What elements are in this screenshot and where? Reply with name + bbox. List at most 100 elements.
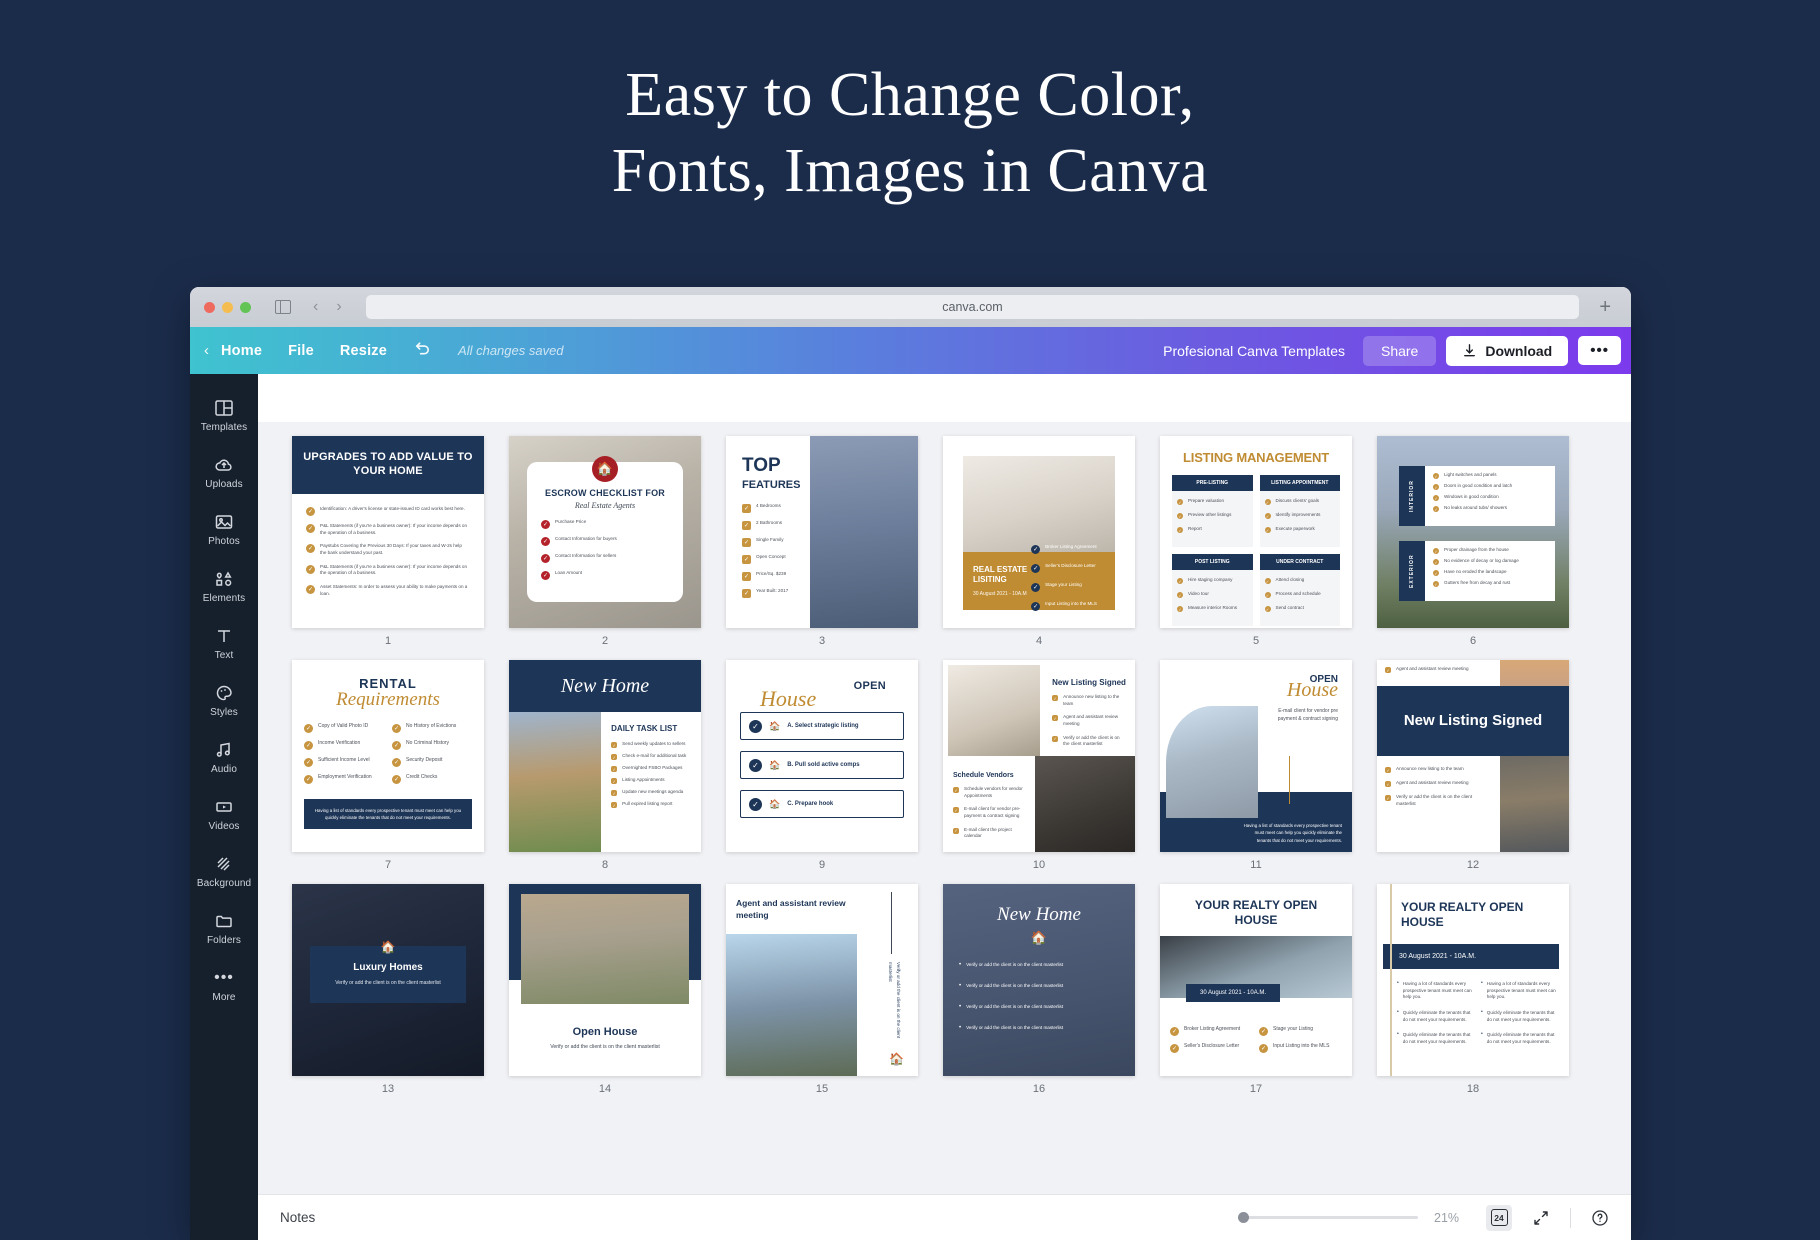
slide-thumbnail-17[interactable]: YOUR REALTY OPEN HOUSE 30 August 2021 - … [1160, 884, 1352, 1076]
home-button[interactable]: Home [221, 343, 262, 359]
check-icon: ✓ [1433, 570, 1439, 576]
slide-item: Verify or add the client is on the clien… [1063, 734, 1120, 747]
sidebar-item-more[interactable]: ••• More [190, 956, 258, 1013]
background-photo [1035, 756, 1135, 852]
slide-cell[interactable]: UPGRADES TO ADD VALUE TO YOUR HOME ✓ Iden… [292, 436, 484, 656]
check-icon: ✓ [1264, 513, 1271, 519]
slide-cell[interactable]: INTERIOR ✓ Light switches and panels ✓ Doo… [1377, 436, 1569, 656]
slide-cell[interactable]: TOP FEATURES ✓ 4 Bedrooms ✓ 2 Bathrooms ✓ S… [726, 436, 918, 656]
download-button[interactable]: Download [1446, 335, 1569, 366]
slide-cell[interactable]: REAL ESTATE LISITING 30 August 2021 - 10… [943, 436, 1135, 656]
slide-thumbnail-5[interactable]: LISTING MANAGEMENT PRE-LISTING ✓ Prepare … [1160, 436, 1352, 628]
slide-date: 30 August 2021 - 10A.M. [1186, 984, 1281, 1002]
check-icon: ✓ [1259, 1027, 1268, 1036]
slide-cell[interactable]: New Home 🏠 • Verify or add the client is … [943, 884, 1135, 1104]
new-tab-button[interactable]: + [1599, 296, 1617, 319]
back-icon[interactable]: ‹ [309, 299, 322, 315]
forward-icon[interactable]: › [332, 299, 345, 315]
check-icon: ✓ [1433, 581, 1439, 587]
slide-number: 16 [1032, 1083, 1046, 1095]
close-window-button[interactable] [204, 301, 215, 313]
slide-thumbnail-3[interactable]: TOP FEATURES ✓ 4 Bedrooms ✓ 2 Bathrooms ✓ S… [726, 436, 918, 628]
undo-icon[interactable] [413, 340, 432, 361]
window-controls[interactable] [204, 301, 251, 313]
maximize-window-button[interactable] [240, 301, 251, 313]
background-photo [521, 894, 689, 1004]
check-icon: ✓ [1177, 499, 1183, 505]
slide-cell[interactable]: YOUR REALTY OPEN HOUSE 30 August 2021 - … [1377, 884, 1569, 1104]
sidebar-toggle-icon[interactable] [275, 300, 291, 314]
slide-number: 10 [1032, 859, 1046, 871]
slide-thumbnail-10[interactable]: New Listing Signed ✓ Announce new listing… [943, 660, 1135, 852]
toolbar-back-icon[interactable]: ‹ [204, 342, 209, 359]
slide-cell[interactable]: LISTING MANAGEMENT PRE-LISTING ✓ Prepare … [1160, 436, 1352, 656]
resize-button[interactable]: Resize [340, 343, 387, 359]
slide-thumbnail-9[interactable]: House OPEN ✓ 🏠 A. Select strategic listi… [726, 660, 918, 852]
sidebar-item-folders[interactable]: Folders [190, 899, 258, 956]
share-button[interactable]: Share [1362, 335, 1437, 366]
sidebar-item-background[interactable]: Background [190, 842, 258, 899]
slide-item: P&L Statements (if you're a business own… [320, 523, 468, 535]
slide-script-title: House [760, 686, 817, 711]
slide-thumbnail-14[interactable]: Open House Verify or add the client is o… [509, 884, 701, 1076]
sidebar-item-uploads[interactable]: Uploads [190, 443, 258, 500]
minimize-window-button[interactable] [222, 301, 233, 313]
check-icon: ✓ [541, 571, 550, 580]
slide-cell[interactable]: New Listing Signed ✓ Announce new listing… [943, 660, 1135, 880]
slide-thumbnail-15[interactable]: Agent and assistant review meeting Verif… [726, 884, 918, 1076]
help-button[interactable] [1587, 1205, 1613, 1231]
fullscreen-button[interactable] [1528, 1205, 1554, 1231]
slide-thumbnail-2[interactable]: ESCROW CHECKLIST FOR Real Estate Agents … [509, 436, 701, 628]
zoom-slider-handle[interactable] [1238, 1212, 1249, 1223]
slide-thumbnail-18[interactable]: YOUR REALTY OPEN HOUSE 30 August 2021 - … [1377, 884, 1569, 1076]
more-options-button[interactable]: ••• [1578, 336, 1621, 365]
page-count-button[interactable]: 24 [1486, 1204, 1512, 1231]
slide-cell[interactable]: OPEN House E-mail client for vendor pre … [1160, 660, 1352, 880]
slide-thumbnail-13[interactable]: Luxury Homes Verify or add the client is… [292, 884, 484, 1076]
slide-cell[interactable]: Luxury Homes Verify or add the client is… [292, 884, 484, 1104]
slide-cell[interactable]: Open House Verify or add the client is o… [509, 884, 701, 1104]
browser-chrome-bar: ‹ › canva.com + [190, 287, 1631, 327]
check-icon: ✓ [392, 758, 401, 767]
check-icon: ✓ [1259, 1044, 1268, 1053]
slide-thumbnail-16[interactable]: New Home 🏠 • Verify or add the client is … [943, 884, 1135, 1076]
slide-note: E-mail client for vendor pre payment & c… [1277, 708, 1338, 722]
slide-cell[interactable]: ✓ Agent and assistant review meeting New … [1377, 660, 1569, 880]
zoom-slider[interactable] [1238, 1212, 1418, 1223]
slide-cell[interactable]: House OPEN ✓ 🏠 A. Select strategic listi… [726, 660, 918, 880]
slide-thumbnail-8[interactable]: New Home DAILY TASK LIST ✓ Send weekly up… [509, 660, 701, 852]
file-menu-button[interactable]: File [288, 343, 314, 359]
slide-thumbnail-11[interactable]: OPEN House E-mail client for vendor pre … [1160, 660, 1352, 852]
slide-item: P&L Statements (if you're a business own… [320, 563, 468, 576]
slide-thumbnail-4[interactable]: REAL ESTATE LISITING 30 August 2021 - 10… [943, 436, 1135, 628]
slide-cell[interactable]: Agent and assistant review meeting Verif… [726, 884, 918, 1104]
sidebar-item-templates[interactable]: Templates [190, 386, 258, 443]
background-photo [1499, 756, 1569, 852]
sidebar-item-photos[interactable]: Photos [190, 500, 258, 557]
slide-item: Asset Statements: In order to assess you… [320, 583, 468, 596]
slide-script-title: New Home [560, 674, 650, 697]
check-icon: ✓ [304, 741, 313, 750]
notes-button[interactable]: Notes [280, 1210, 315, 1225]
address-bar[interactable]: canva.com [365, 295, 1580, 319]
slide-cell[interactable]: New Home DAILY TASK LIST ✓ Send weekly up… [509, 660, 701, 880]
expand-icon [1534, 1210, 1548, 1225]
slide-thumbnail-6[interactable]: INTERIOR ✓ Light switches and panels ✓ Doo… [1377, 436, 1569, 628]
sidebar-item-text[interactable]: Text [190, 614, 258, 671]
slide-cell[interactable]: ESCROW CHECKLIST FOR Real Estate Agents … [509, 436, 701, 656]
sidebar-item-audio[interactable]: Audio [190, 728, 258, 785]
slide-thumbnail-1[interactable]: UPGRADES TO ADD VALUE TO YOUR HOME ✓ Iden… [292, 436, 484, 628]
sidebar-item-videos[interactable]: Videos [190, 785, 258, 842]
document-name[interactable]: Profesional Canva Templates [1163, 343, 1345, 359]
sidebar-item-styles[interactable]: Styles [190, 671, 258, 728]
slide-cell[interactable]: RENTAL Requirements ✓ Copy of Valid Photo… [292, 660, 484, 880]
slide-number: 14 [598, 1083, 612, 1095]
sidebar-item-elements[interactable]: Elements [190, 557, 258, 614]
slide-cell[interactable]: YOUR REALTY OPEN HOUSE 30 August 2021 - … [1160, 884, 1352, 1104]
slide-item: Send weekly updates to sellers [622, 741, 686, 746]
slide-item: Income Verification [318, 740, 361, 746]
slide-thumbnail-12[interactable]: ✓ Agent and assistant review meeting New … [1377, 660, 1569, 852]
slide-item: Verify or add the client is on the clien… [1396, 794, 1473, 806]
slide-thumbnail-7[interactable]: RENTAL Requirements ✓ Copy of Valid Photo… [292, 660, 484, 852]
slide-item: Having a lot of standards every prospect… [1402, 981, 1472, 1000]
